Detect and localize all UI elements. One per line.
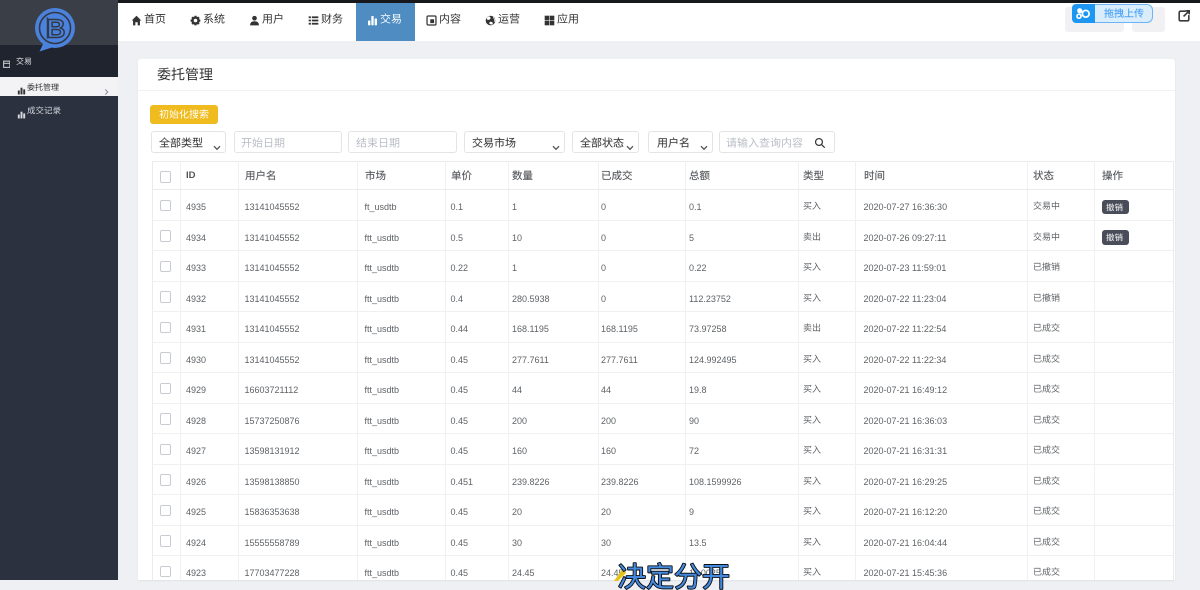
svg-text:B: B: [47, 14, 66, 44]
